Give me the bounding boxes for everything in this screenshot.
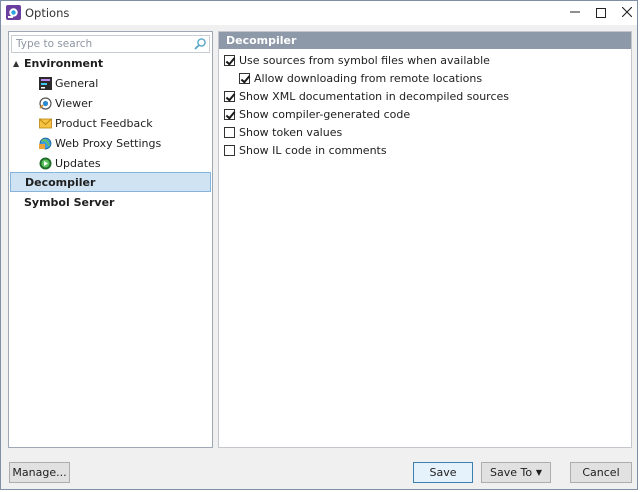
close-button[interactable] xyxy=(613,1,640,25)
tree-item-symbol-server[interactable]: Symbol Server xyxy=(9,193,212,213)
cancel-button[interactable]: Cancel xyxy=(570,462,632,483)
checkbox[interactable] xyxy=(239,73,250,84)
checkbox[interactable] xyxy=(224,55,235,66)
window-title: Options xyxy=(25,6,70,20)
title-bar: Options xyxy=(1,1,637,25)
maximize-icon xyxy=(596,7,606,18)
minimize-icon xyxy=(570,11,580,13)
close-icon xyxy=(621,6,633,18)
section-header: Decompiler xyxy=(219,32,631,49)
general-icon xyxy=(39,77,52,90)
tree-item-environment[interactable]: ▲ Environment xyxy=(9,54,212,74)
search-icon[interactable] xyxy=(193,37,207,51)
option-label: Show token values xyxy=(239,126,343,139)
option-label: Show XML documentation in decompiled sou… xyxy=(239,90,510,103)
save-to-label: Save To xyxy=(490,466,533,479)
save-to-button[interactable]: Save To ▼ xyxy=(481,462,551,483)
tree-item-general[interactable]: General xyxy=(9,74,212,94)
maximize-button[interactable] xyxy=(587,1,615,25)
tree-item-label: Viewer xyxy=(55,97,93,110)
tree-item-label: Updates xyxy=(55,157,101,170)
tree-item-label: Product Feedback xyxy=(55,117,153,130)
minimize-button[interactable] xyxy=(561,1,589,25)
tree-item-label: Web Proxy Settings xyxy=(55,137,162,150)
save-button[interactable]: Save xyxy=(413,462,473,483)
tree-item-product-feedback[interactable]: Product Feedback xyxy=(9,114,212,134)
checkbox[interactable] xyxy=(224,127,235,138)
manage-button[interactable]: Manage... xyxy=(9,462,70,483)
collapse-arrow-icon[interactable]: ▲ xyxy=(13,54,19,74)
tree-item-label: General xyxy=(55,77,99,90)
option-label: Use sources from symbol files when avail… xyxy=(239,54,490,67)
tree-item-updates[interactable]: Updates xyxy=(9,154,212,174)
tree-item-label: Decompiler xyxy=(25,176,96,189)
search-input[interactable] xyxy=(12,36,196,52)
dropdown-arrow-icon[interactable]: ▼ xyxy=(536,463,542,482)
option-label: Show IL code in comments xyxy=(239,144,387,157)
option-label: Allow downloading from remote locations xyxy=(254,72,483,85)
viewer-icon xyxy=(39,97,52,110)
checkbox[interactable] xyxy=(224,91,235,102)
options-window: Options ▲ Environment xyxy=(0,0,638,490)
option-label: Show compiler-generated code xyxy=(239,108,411,121)
tree-item-decompiler[interactable]: Decompiler xyxy=(10,172,211,192)
tree-item-label: Symbol Server xyxy=(24,196,115,209)
checkbox[interactable] xyxy=(224,145,235,156)
globe-icon xyxy=(39,137,52,150)
tree-item-web-proxy-settings[interactable]: Web Proxy Settings xyxy=(9,134,212,154)
tree-item-viewer[interactable]: Viewer xyxy=(9,94,212,114)
search-box[interactable] xyxy=(11,35,210,53)
tree-item-label: Environment xyxy=(24,57,104,70)
checkbox[interactable] xyxy=(224,109,235,120)
options-tree-panel: ▲ Environment General Viewer xyxy=(8,31,213,448)
envelope-icon xyxy=(39,118,52,129)
decompiler-settings-panel: Decompiler Use sources from symbol files… xyxy=(218,31,632,448)
dotpeek-app-icon xyxy=(6,5,21,20)
updates-icon xyxy=(39,157,52,170)
